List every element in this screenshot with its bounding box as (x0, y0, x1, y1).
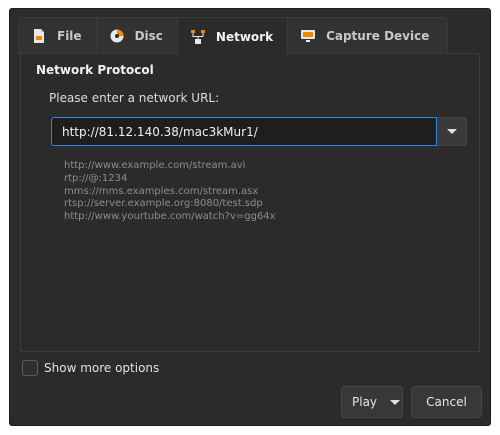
url-input[interactable] (51, 117, 437, 146)
chevron-down-icon (446, 129, 457, 134)
show-more-options-checkbox[interactable] (22, 360, 38, 376)
tab-capture-device-label: Capture Device (326, 29, 430, 43)
url-examples: http://www.example.com/stream.avi rtp://… (64, 160, 276, 224)
url-combobox (51, 117, 467, 146)
tab-capture-device[interactable]: Capture Device (287, 17, 449, 54)
file-icon (31, 28, 47, 44)
example-url: http://www.example.com/stream.avi (64, 160, 246, 171)
tab-bar: File Disc Network Capture Device (18, 17, 449, 55)
cancel-button[interactable]: Cancel (411, 386, 482, 418)
tab-file[interactable]: File (18, 17, 97, 54)
tab-file-label: File (57, 29, 82, 43)
play-button-label: Play (352, 395, 378, 409)
tab-network-label: Network (215, 29, 274, 44)
disc-icon (109, 28, 125, 44)
example-url: rtp://@:1234 (64, 172, 128, 184)
tab-network[interactable]: Network (176, 17, 289, 55)
capture-device-icon (300, 28, 316, 44)
group-title: Network Protocol (36, 63, 154, 77)
show-more-options-label[interactable]: Show more options (44, 361, 159, 375)
network-protocol-group: Network Protocol Please enter a network … (20, 53, 480, 352)
network-icon (190, 29, 206, 45)
tab-disc[interactable]: Disc (95, 17, 178, 54)
chevron-down-icon (390, 399, 401, 405)
show-more-options-row[interactable]: Show more options (22, 360, 159, 376)
example-url: mms://mms.examples.com/stream.asx (64, 185, 259, 197)
tab-disc-label: Disc (134, 29, 163, 43)
url-history-dropdown-button[interactable] (437, 117, 467, 146)
open-media-dialog: File Disc Network Capture Device Network… (9, 8, 491, 426)
url-label: Please enter a network URL: (49, 91, 220, 105)
example-url: rtsp://server.example.org:8080/test.sdp (64, 198, 263, 210)
example-url: http://www.yourtube.com/watch?v=gg64x (64, 211, 276, 223)
play-button[interactable]: Play (341, 386, 403, 418)
